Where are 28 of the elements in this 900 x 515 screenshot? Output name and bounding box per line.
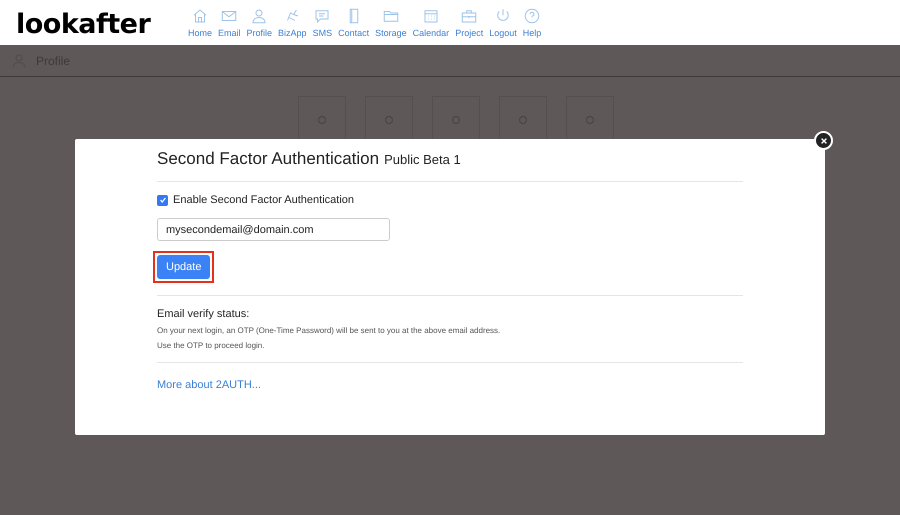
- more-link[interactable]: More about 2AUTH...: [157, 379, 261, 391]
- beta-label: Public Beta 1: [384, 152, 461, 167]
- status-heading: Email verify status:: [157, 308, 250, 320]
- status-text: Use the OTP to proceed login.: [157, 341, 266, 350]
- check-icon: [158, 196, 166, 204]
- nav-item[interactable]: Logout: [489, 7, 517, 38]
- nav-item[interactable]: SMS: [312, 7, 332, 38]
- checkbox[interactable]: [157, 194, 168, 206]
- nav-icon: [522, 7, 541, 25]
- nav-item[interactable]: BizApp: [278, 7, 307, 38]
- email-field[interactable]: mysecondemail@domain.com: [157, 218, 390, 241]
- logo[interactable]: lookafter: [16, 5, 176, 40]
- close-icon: [820, 136, 828, 144]
- modal-title: Second Factor Authentication: [157, 149, 380, 169]
- nav-item[interactable]: Email: [218, 7, 241, 38]
- nav-item[interactable]: Home: [188, 7, 212, 38]
- update-button[interactable]: Update: [157, 255, 210, 279]
- nav-item[interactable]: Help: [522, 7, 542, 38]
- nav-item[interactable]: Profile: [246, 7, 272, 38]
- nav-item[interactable]: Calendar: [412, 7, 450, 38]
- nav-item[interactable]: Storage: [375, 7, 407, 38]
- nav-icon: [250, 7, 268, 25]
- nav-item[interactable]: Contact: [338, 7, 370, 38]
- close-button[interactable]: [814, 131, 833, 150]
- nav-icon: [191, 7, 209, 25]
- nav-item[interactable]: Project: [455, 7, 484, 38]
- status-text: On your next login, an OTP (One-Time Password) will be sent to you at the above email address.: [157, 326, 502, 335]
- checkbox-label: Enable Second Factor Authentication: [173, 194, 354, 206]
